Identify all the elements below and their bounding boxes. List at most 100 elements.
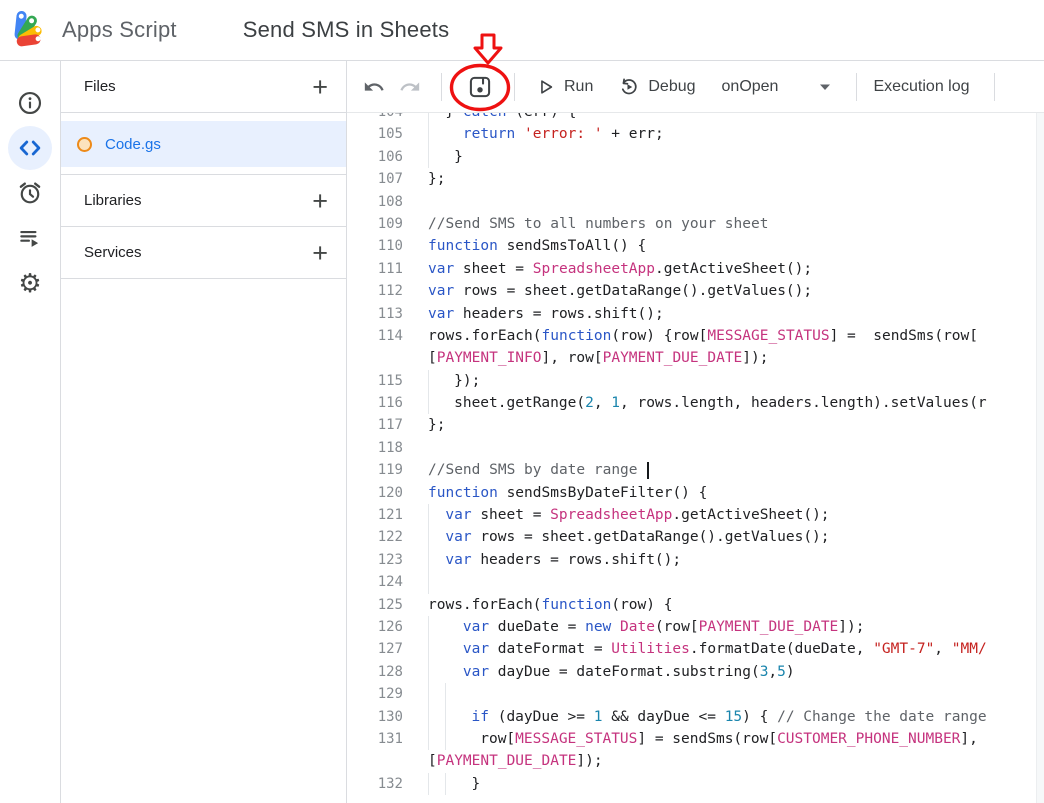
code-line[interactable]: 126 var dueDate = new Date(row[PAYMENT_D… <box>347 616 1044 638</box>
code-editor-viewport[interactable]: 104 } catch (err) {105 return 'error: ' +… <box>347 113 1044 803</box>
editor-scrollbar[interactable] <box>1036 113 1044 803</box>
code-line[interactable]: 129 <box>347 683 1044 705</box>
code-text: var headers = rows.shift(); <box>428 303 664 325</box>
code-line[interactable]: 131 row[MESSAGE_STATUS] = sendSms(row[CU… <box>347 728 1044 750</box>
code-line[interactable]: 116 sheet.getRange(2, 1, rows.length, he… <box>347 392 1044 414</box>
nav-overview-button[interactable] <box>8 81 52 125</box>
code-line[interactable]: 130 if (dayDue >= 1 && dayDue <= 15) { /… <box>347 706 1044 728</box>
code-text: [PAYMENT_INFO], row[PAYMENT_DUE_DATE]); <box>428 347 769 369</box>
code-line[interactable]: 119//Send SMS by date range <box>347 459 1044 481</box>
indent-guide <box>428 616 445 638</box>
redo-arrow-icon <box>399 76 421 98</box>
code-text: var headers = rows.shift(); <box>428 549 681 571</box>
product-name[interactable]: Apps Script <box>62 17 177 43</box>
line-number: 130 <box>347 706 403 728</box>
code-text: if (dayDue >= 1 && dayDue <= 15) { // Ch… <box>428 706 987 728</box>
line-number: 126 <box>347 616 403 638</box>
code-line[interactable]: [PAYMENT_INFO], row[PAYMENT_DUE_DATE]); <box>347 347 1044 369</box>
project-title[interactable]: Send SMS in Sheets <box>243 17 450 43</box>
code-line[interactable]: 122var rows = sheet.getDataRange().getVa… <box>347 526 1044 548</box>
nav-executions-button[interactable] <box>8 216 52 260</box>
indent-guide <box>428 773 445 795</box>
code-line[interactable]: 132 } <box>347 773 1044 795</box>
code-line[interactable]: 123var headers = rows.shift(); <box>347 549 1044 571</box>
code-line[interactable]: 125rows.forEach(function(row) { <box>347 594 1044 616</box>
executions-list-icon <box>17 225 43 251</box>
code-line[interactable]: 121var sheet = SpreadsheetApp.getActiveS… <box>347 504 1044 526</box>
code-line[interactable]: 108 <box>347 191 1044 213</box>
file-item-code-gs[interactable]: Code.gs <box>61 121 346 167</box>
code-icon <box>17 135 43 161</box>
code-line[interactable]: 106 } <box>347 146 1044 168</box>
code-line[interactable]: 127 var dateFormat = Utilities.formatDat… <box>347 638 1044 660</box>
code-text: sheet.getRange(2, 1, rows.length, header… <box>428 392 987 414</box>
redo-button[interactable] <box>395 72 425 102</box>
execution-log-button[interactable]: Execution log <box>873 78 969 96</box>
debug-button[interactable]: Debug <box>619 77 695 97</box>
code-line[interactable]: 117}; <box>347 414 1044 436</box>
file-name: Code.gs <box>105 136 161 153</box>
line-number: 112 <box>347 280 403 302</box>
indent-guide <box>445 773 462 795</box>
line-number: 104 <box>347 113 403 123</box>
code-line[interactable]: 109//Send SMS to all numbers on your she… <box>347 213 1044 235</box>
nav-editor-button[interactable] <box>8 126 52 170</box>
code-line[interactable]: 107}; <box>347 168 1044 190</box>
code-line[interactable]: 120function sendSmsByDateFilter() { <box>347 482 1044 504</box>
code-text: function sendSmsToAll() { <box>428 235 646 257</box>
code-text: //Send SMS by date range <box>428 459 649 481</box>
text-cursor <box>647 462 649 479</box>
indent-guide <box>428 123 445 145</box>
line-number: 120 <box>347 482 403 504</box>
line-number: 106 <box>347 146 403 168</box>
files-section-divider <box>61 167 346 175</box>
run-play-icon <box>537 78 555 96</box>
alarm-clock-icon <box>17 180 43 206</box>
files-panel: Files + Code.gs Libraries + Services + <box>61 61 347 803</box>
apps-script-window: Apps Script Send SMS in Sheets <box>0 0 1044 803</box>
code-line[interactable]: 105 return 'error: ' + err; <box>347 123 1044 145</box>
nav-triggers-button[interactable] <box>8 171 52 215</box>
run-label: Run <box>564 78 593 96</box>
line-number: 121 <box>347 504 403 526</box>
code-text: } catch (err) { <box>428 113 576 123</box>
undo-button[interactable] <box>359 72 389 102</box>
indent-guide <box>428 113 445 123</box>
add-file-button[interactable]: + <box>312 77 328 97</box>
line-number: 122 <box>347 526 403 548</box>
line-number: 132 <box>347 773 403 795</box>
code-line[interactable]: 104 } catch (err) { <box>347 113 1044 123</box>
toolbar-separator <box>441 73 442 101</box>
add-library-button[interactable]: + <box>312 191 328 211</box>
code-line[interactable]: 115 }); <box>347 370 1044 392</box>
code-line[interactable]: 110function sendSmsToAll() { <box>347 235 1044 257</box>
code-line[interactable]: 124 <box>347 571 1044 593</box>
line-number: 116 <box>347 392 403 414</box>
nav-settings-button[interactable]: ⚙ <box>8 261 52 305</box>
code-line[interactable]: 118 <box>347 437 1044 459</box>
indent-guide <box>428 683 445 705</box>
line-number: 127 <box>347 638 403 660</box>
unsaved-changes-dot-icon <box>77 137 92 152</box>
indent-guide <box>428 571 445 593</box>
run-button[interactable]: Run <box>537 78 593 96</box>
code-line[interactable]: 112var rows = sheet.getDataRange().getVa… <box>347 280 1044 302</box>
code-lines: 104 } catch (err) {105 return 'error: ' +… <box>347 113 1044 795</box>
code-line[interactable]: 128 var dayDue = dateFormat.substring(3,… <box>347 661 1044 683</box>
code-line[interactable]: [PAYMENT_DUE_DATE]); <box>347 750 1044 772</box>
services-header-row: Services + <box>61 227 346 279</box>
save-button[interactable] <box>460 67 500 107</box>
code-line[interactable]: 114rows.forEach(function(row) {row[MESSA… <box>347 325 1044 347</box>
code-line[interactable]: 111var sheet = SpreadsheetApp.getActiveS… <box>347 258 1044 280</box>
editor-toolbar: Run Debug onOpen Execution log <box>347 61 1044 113</box>
code-text: rows.forEach(function(row) { <box>428 594 672 616</box>
apps-script-logo-icon <box>10 9 56 51</box>
function-selector[interactable]: onOpen <box>722 78 833 96</box>
line-number: 124 <box>347 571 403 593</box>
code-line[interactable]: 113var headers = rows.shift(); <box>347 303 1044 325</box>
indent-guide <box>428 504 445 526</box>
save-floppy-icon <box>467 74 493 100</box>
add-service-button[interactable]: + <box>312 243 328 263</box>
debug-icon <box>619 77 639 97</box>
indent-guide <box>445 728 462 750</box>
